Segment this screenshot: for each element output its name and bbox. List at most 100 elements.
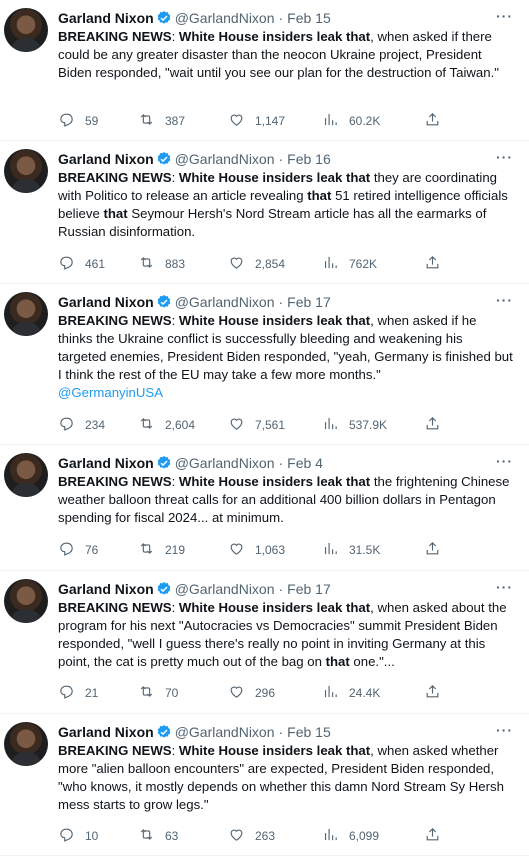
views-button[interactable]: 6,099 (322, 826, 379, 846)
views-button[interactable]: 762K (322, 254, 377, 274)
like-button[interactable]: 1,147 (228, 111, 285, 131)
reply-button[interactable]: 234 (58, 415, 105, 435)
tweet[interactable]: Garland Nixon @GarlandNixon · Feb 17 ··· BREA… (0, 571, 529, 714)
text-segment: one."... (349, 654, 395, 669)
retweet-button[interactable]: 219 (138, 540, 185, 560)
tweet[interactable]: Garland Nixon @GarlandNixon · Feb 4 ··· BREAK… (0, 445, 529, 571)
tweet-date[interactable]: Feb 16 (287, 151, 331, 167)
author-name[interactable]: Garland Nixon (58, 10, 154, 26)
tweet-date[interactable]: Feb 4 (287, 455, 323, 471)
share-button[interactable] (424, 826, 441, 846)
reply-button[interactable]: 10 (58, 826, 98, 846)
bold-text: BREAKING NEWS (58, 600, 172, 615)
views-button[interactable]: 537.9K (322, 415, 387, 435)
like-icon (228, 254, 245, 274)
views-icon (322, 415, 339, 435)
mention-link[interactable]: @GermanyinUSA (58, 385, 163, 400)
more-options-icon[interactable]: ··· (496, 579, 513, 595)
reply-icon (58, 111, 75, 131)
like-button[interactable]: 296 (228, 683, 275, 703)
like-button[interactable]: 7,561 (228, 415, 285, 435)
share-icon (424, 111, 441, 131)
retweet-button[interactable]: 2,604 (138, 415, 195, 435)
author-handle[interactable]: @GarlandNixon (175, 581, 275, 597)
text-segment: : (171, 474, 179, 489)
reply-button[interactable]: 461 (58, 254, 105, 274)
separator: · (278, 581, 284, 597)
tweet[interactable]: Garland Nixon @GarlandNixon · Feb 16 ··· BREA… (0, 141, 529, 284)
author-name[interactable]: Garland Nixon (58, 294, 154, 310)
tweet[interactable]: Garland Nixon @GarlandNixon · Feb 17 ··· BREA… (0, 284, 529, 445)
retweet-button[interactable]: 63 (138, 826, 178, 846)
tweet-actions: 461 883 2,854 762K (58, 254, 439, 274)
retweet-button[interactable]: 883 (138, 254, 185, 274)
author-name[interactable]: Garland Nixon (58, 151, 154, 167)
author-name[interactable]: Garland Nixon (58, 724, 154, 740)
author-handle[interactable]: @GarlandNixon (175, 455, 275, 471)
share-button[interactable] (424, 540, 441, 560)
tweet[interactable]: Garland Nixon @GarlandNixon · Feb 15 ··· BREA… (0, 714, 529, 856)
separator: · (278, 151, 284, 167)
more-options-icon[interactable]: ··· (496, 722, 513, 738)
verified-badge-icon (157, 582, 171, 595)
avatar[interactable] (4, 722, 48, 766)
more-options-icon[interactable]: ··· (496, 453, 513, 469)
more-options-icon[interactable]: ··· (496, 292, 513, 308)
retweet-button[interactable]: 70 (138, 683, 178, 703)
tweet-date[interactable]: Feb 17 (287, 294, 331, 310)
views-button[interactable]: 60.2K (322, 111, 380, 131)
avatar[interactable] (4, 579, 48, 623)
bold-text: BREAKING NEWS (58, 170, 172, 185)
views-count: 24.4K (349, 686, 381, 700)
more-options-icon[interactable]: ··· (496, 8, 513, 24)
retweet-button[interactable]: 387 (138, 111, 185, 131)
author-name[interactable]: Garland Nixon (58, 455, 154, 471)
tweet-text: BREAKING NEWS: White House insiders leak… (58, 28, 514, 82)
views-count: 537.9K (349, 418, 388, 432)
reply-button[interactable]: 59 (58, 111, 98, 131)
author-name[interactable]: Garland Nixon (58, 581, 154, 597)
bold-text: that (307, 188, 332, 203)
share-button[interactable] (424, 254, 441, 274)
tweet-text: BREAKING NEWS: White House insiders leak… (58, 169, 514, 241)
author-handle[interactable]: @GarlandNixon (175, 10, 275, 26)
like-button[interactable]: 2,854 (228, 254, 285, 274)
views-button[interactable]: 31.5K (322, 540, 380, 560)
avatar[interactable] (4, 453, 48, 497)
views-button[interactable]: 24.4K (322, 683, 380, 703)
tweet-header: Garland Nixon @GarlandNixon · Feb 17 (58, 293, 519, 311)
tweet[interactable]: Garland Nixon @GarlandNixon · Feb 15 ··· BREA… (0, 0, 529, 141)
avatar[interactable] (4, 149, 48, 193)
author-handle[interactable]: @GarlandNixon (175, 294, 275, 310)
views-count: 60.2K (349, 114, 381, 128)
share-icon (424, 826, 441, 846)
tweet-date[interactable]: Feb 17 (287, 581, 331, 597)
views-count: 6,099 (349, 829, 380, 843)
author-handle[interactable]: @GarlandNixon (175, 151, 275, 167)
retweet-icon (138, 111, 155, 131)
separator: · (278, 10, 284, 26)
retweet-icon (138, 826, 155, 846)
reply-button[interactable]: 21 (58, 683, 98, 703)
avatar[interactable] (4, 292, 48, 336)
tweet-date[interactable]: Feb 15 (287, 10, 331, 26)
reply-button[interactable]: 76 (58, 540, 98, 560)
text-segment: : (171, 29, 179, 44)
bold-text: BREAKING NEWS (58, 313, 172, 328)
like-button[interactable]: 1,063 (228, 540, 285, 560)
like-icon (228, 415, 245, 435)
avatar[interactable] (4, 8, 48, 52)
separator: · (278, 724, 284, 740)
share-button[interactable] (424, 111, 441, 131)
share-button[interactable] (424, 415, 441, 435)
retweet-count: 70 (165, 686, 179, 700)
separator: · (278, 294, 284, 310)
more-options-icon[interactable]: ··· (496, 149, 513, 165)
like-button[interactable]: 263 (228, 826, 275, 846)
tweet-header: Garland Nixon @GarlandNixon · Feb 17 (58, 580, 519, 598)
tweet-header: Garland Nixon @GarlandNixon · Feb 16 (58, 150, 519, 168)
tweet-date[interactable]: Feb 15 (287, 724, 331, 740)
author-handle[interactable]: @GarlandNixon (175, 724, 275, 740)
like-count: 7,561 (255, 418, 286, 432)
share-button[interactable] (424, 683, 441, 703)
